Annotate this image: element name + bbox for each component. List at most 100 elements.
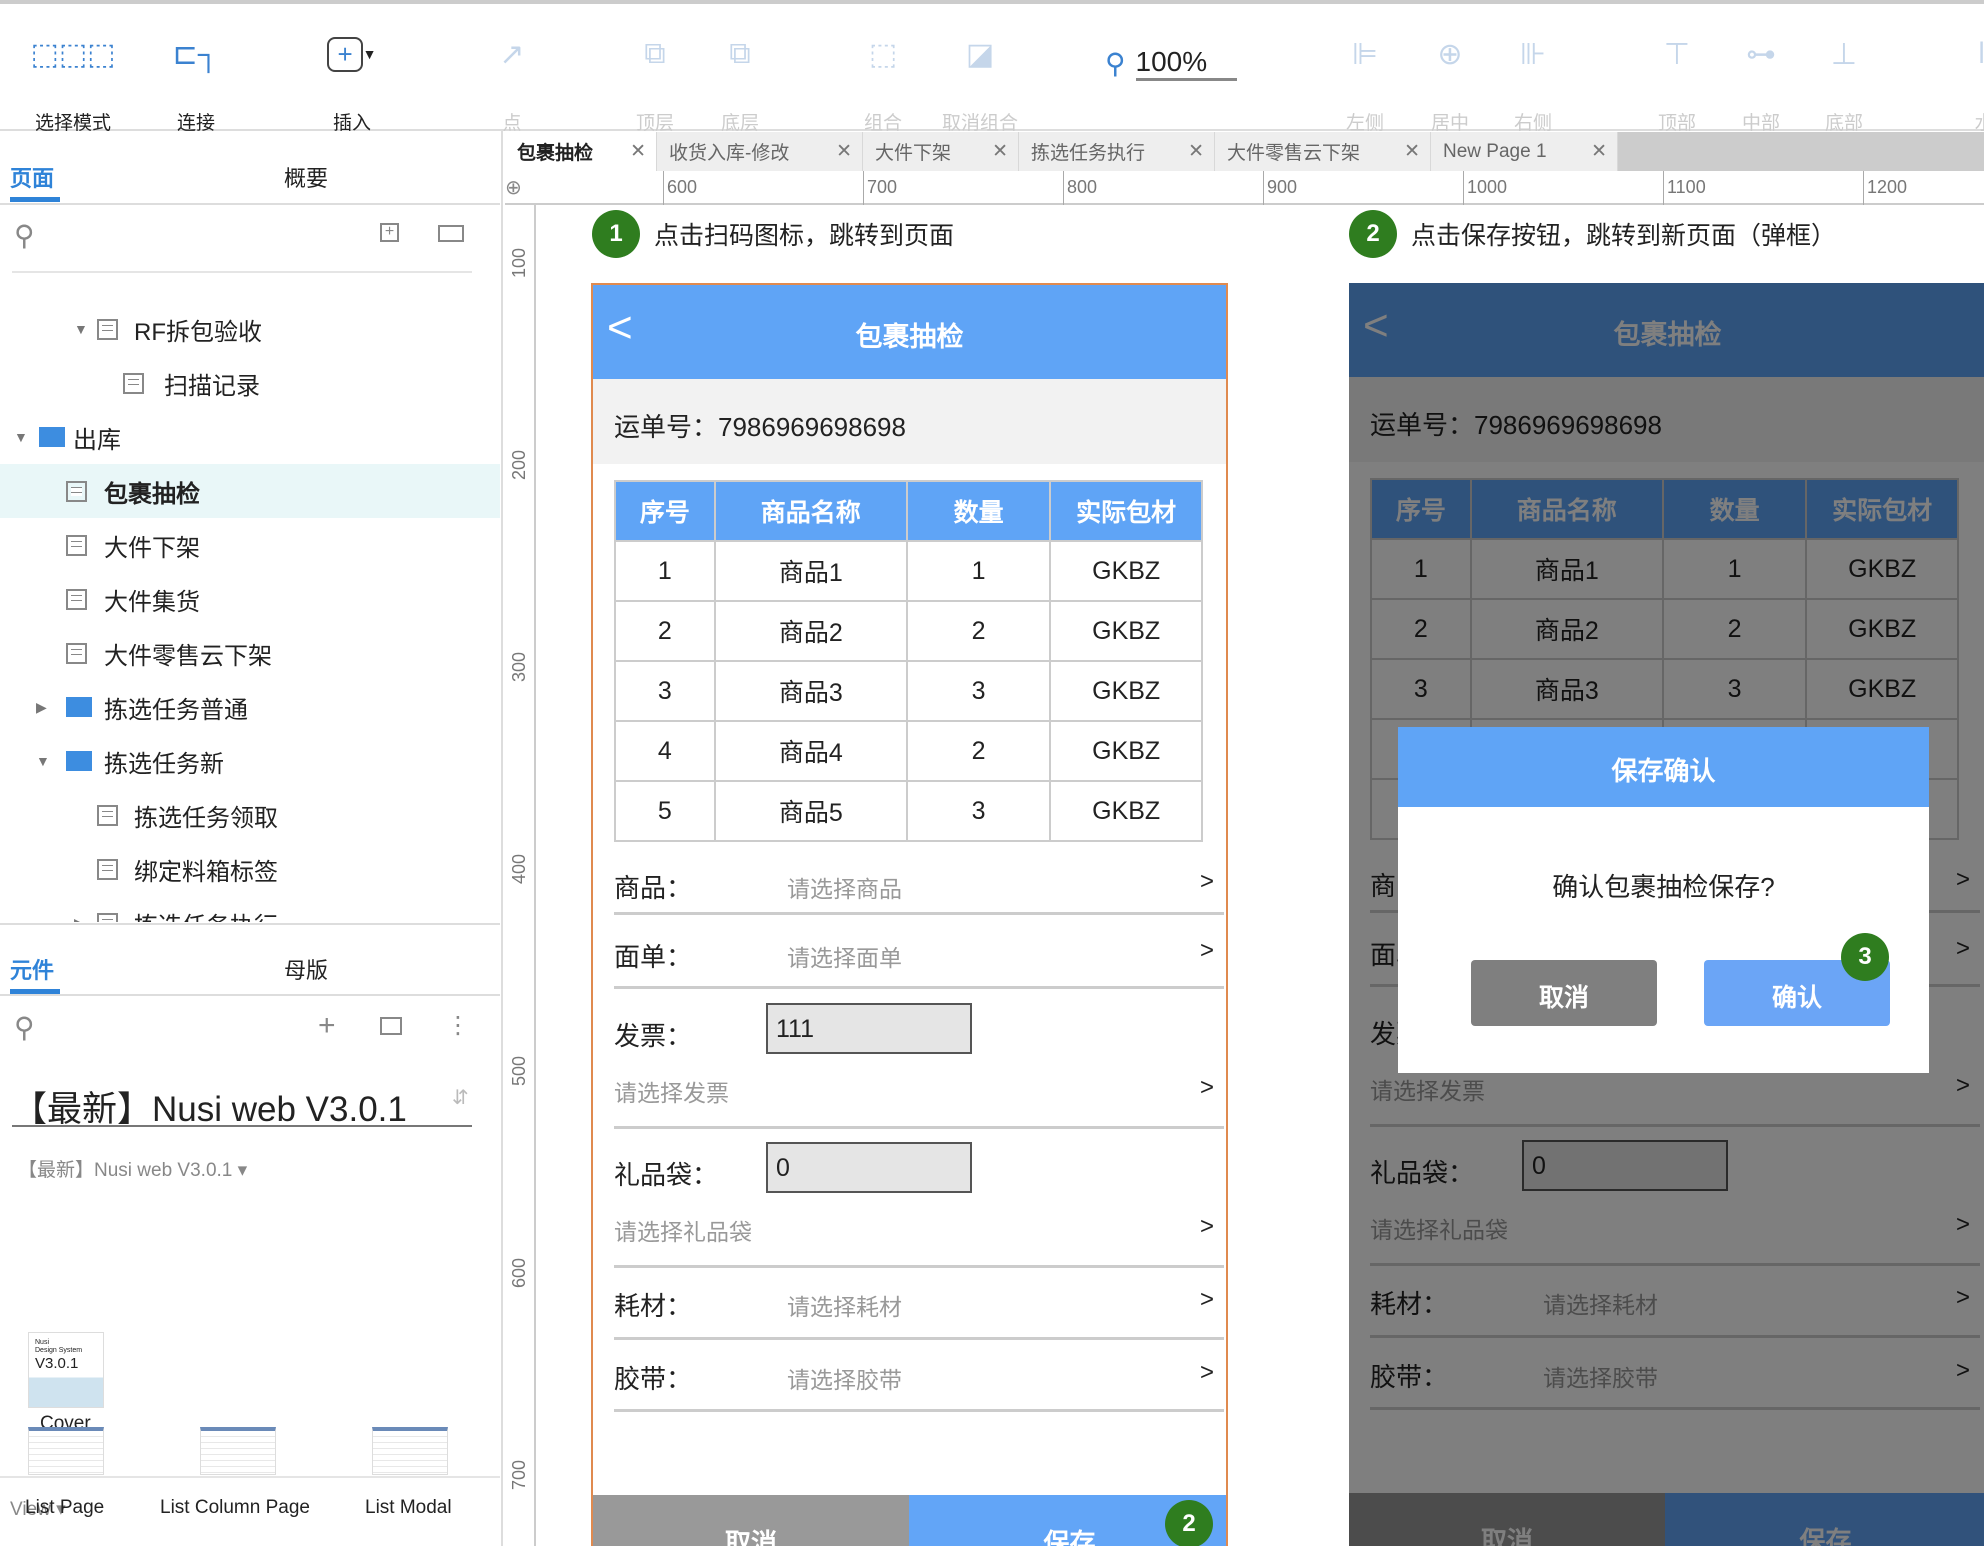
- toolbar-distribute-button[interactable]: ‖水: [1939, 24, 1984, 135]
- toolbar-insert-button[interactable]: + ▼ 插入: [307, 24, 397, 135]
- toolbar-align-middle-button[interactable]: ⊶ 中部: [1716, 24, 1806, 135]
- table-header-row: 序号商品名称数量实际包材: [614, 480, 1203, 542]
- tree-item[interactable]: ▼ 出库: [0, 410, 500, 464]
- waybill-number: 运单号：7986969698698: [593, 379, 1226, 464]
- library-select[interactable]: 【最新】Nusi web V3.0.1 ⇵: [12, 1081, 472, 1129]
- thumb-text: Nusi: [35, 1339, 50, 1346]
- toolbar-align-left-button[interactable]: ⊫ 左侧: [1320, 24, 1410, 135]
- tree-item[interactable]: ▶ 拣选任务执行: [0, 896, 500, 922]
- toolbar-label: 顶层: [635, 113, 674, 134]
- cancel-button[interactable]: 取消: [593, 1495, 909, 1546]
- giftbag-input[interactable]: 0: [766, 1142, 972, 1193]
- view-thumbnail[interactable]: [200, 1427, 276, 1475]
- caret-down-icon[interactable]: ▼: [74, 321, 88, 337]
- tree-item[interactable]: 扫描记录: [0, 356, 500, 410]
- tree-item[interactable]: 大件下架: [0, 518, 500, 572]
- toolbar-select-mode-button[interactable]: ⬚⬚⬚ 选择模式: [28, 24, 118, 135]
- field-goods[interactable]: 商品： 请选择商品 >: [614, 868, 1224, 905]
- crosshair-icon: ⊕: [505, 177, 522, 199]
- field-sheet[interactable]: 面单： 请选择面单 >: [614, 937, 1224, 974]
- toolbar: ⬚⬚⬚ 选择模式 ⊏┐ 连接 + ▼ 插入 ↗ 点 ⧉ 顶层 ⧉ 底层 ⬚ 组合 ◪ 取消组合 ⊫ 左侧 ⊕ 居中 ⊪ 右…: [0, 0, 1984, 134]
- phone-header: <包裹抽检: [593, 285, 1226, 379]
- close-tab-icon[interactable]: ✕: [1404, 140, 1420, 163]
- close-tab-icon[interactable]: ✕: [836, 140, 852, 163]
- modal-cancel-button[interactable]: 取消: [1471, 960, 1657, 1026]
- search-icon[interactable]: ⚲: [14, 219, 35, 252]
- add-folder-icon[interactable]: [438, 225, 464, 242]
- toolbar-align-center-button[interactable]: ⊕ 居中: [1405, 24, 1495, 135]
- tree-item[interactable]: ▼ RF拆包验收: [0, 302, 500, 356]
- toolbar-label: 底部: [1824, 113, 1863, 134]
- tree-item[interactable]: 绑定料箱标签: [0, 842, 500, 896]
- view-thumbnail[interactable]: [28, 1427, 104, 1475]
- close-tab-icon[interactable]: ✕: [630, 140, 646, 163]
- caret-down-icon[interactable]: ▼: [14, 429, 28, 445]
- caret-down-icon[interactable]: ▼: [36, 753, 50, 769]
- field-placeholder: 请选择礼品袋: [614, 1219, 752, 1245]
- tree-item[interactable]: 拣选任务领取: [0, 788, 500, 842]
- tab-widgets[interactable]: 元件: [10, 953, 54, 985]
- close-tab-icon[interactable]: ✕: [992, 140, 1008, 163]
- invoice-input[interactable]: 111: [766, 1003, 972, 1054]
- toolbar-align-top-button[interactable]: ⊤ 顶部: [1632, 24, 1722, 135]
- field-tape[interactable]: 胶带： 请选择胶带 >: [614, 1359, 1224, 1396]
- toolbar-label: 组合: [863, 113, 902, 134]
- toolbar-ungroup-button[interactable]: ◪ 取消组合: [935, 24, 1025, 135]
- caret-right-icon[interactable]: ▶: [36, 699, 47, 716]
- add-page-icon[interactable]: +: [380, 223, 399, 242]
- tab-1[interactable]: 收货入库-修改 ✕: [657, 132, 863, 171]
- tab-4[interactable]: 大件零售云下架 ✕: [1215, 132, 1431, 171]
- toolbar-align-bottom-button[interactable]: ⊥ 底部: [1799, 24, 1889, 135]
- step-badge: 2: [1165, 1500, 1213, 1546]
- chevron-right-icon: >: [1199, 937, 1214, 964]
- toolbar-bring-front-button[interactable]: ⧉ 顶层: [610, 24, 700, 135]
- toolbar-align-right-button[interactable]: ⊪ 右侧: [1488, 24, 1578, 135]
- field-material[interactable]: 耗材： 请选择耗材 >: [614, 1286, 1224, 1323]
- library-sub-dropdown[interactable]: 【最新】Nusi web V3.0.1 ▾: [18, 1155, 247, 1182]
- tab-outline[interactable]: 概要: [284, 161, 328, 193]
- tab-0[interactable]: 包裹抽检 ✕: [505, 132, 657, 171]
- table-cell: 3: [905, 660, 1052, 722]
- toolbar-connect-button[interactable]: ⊏┐ 连接: [151, 24, 241, 135]
- ruler-label: 600: [667, 177, 698, 197]
- caret-right-icon[interactable]: ▶: [74, 915, 85, 923]
- toolbar-point-button[interactable]: ↗ 点: [467, 24, 557, 135]
- table-cell: 2: [905, 600, 1052, 662]
- close-tab-icon[interactable]: ✕: [1591, 140, 1607, 163]
- step-badge: 2: [1349, 210, 1397, 258]
- view-thumbnail[interactable]: [372, 1427, 448, 1475]
- zoom-value[interactable]: 100%: [1135, 46, 1238, 81]
- tree-item[interactable]: 大件零售云下架: [0, 626, 500, 680]
- tab-masters[interactable]: 母版: [284, 953, 328, 985]
- phone-screen-1[interactable]: < 包裹抽检 运单号：7986969698698 序号 商品名称 数量 实际包材 1 商品1 1 G…: [591, 283, 1228, 1546]
- vertical-ruler: 100 200 300 400 500 600 700: [505, 205, 536, 1546]
- library-icon[interactable]: [380, 1017, 402, 1035]
- zoom-control[interactable]: ⚲ 100%: [1105, 46, 1238, 81]
- tab-5[interactable]: New Page 1 ✕: [1431, 132, 1618, 171]
- tree-item[interactable]: 大件集货: [0, 572, 500, 626]
- divider: [0, 994, 500, 996]
- ruler-label: 500: [509, 1055, 529, 1086]
- search-icon[interactable]: ⚲: [14, 1011, 35, 1044]
- canvas: 1 点击扫码图标，跳转到页面 2 点击保存按钮，跳转到新页面（弹框） < 包裹抽检…: [538, 206, 1984, 1546]
- ruler-tick: [663, 171, 664, 205]
- toolbar-group-button[interactable]: ⬚ 组合: [838, 24, 928, 135]
- toolbar-send-back-button[interactable]: ⧉ 底层: [695, 24, 785, 135]
- field-invoice-select[interactable]: 请选择发票 >: [614, 1074, 1224, 1108]
- close-tab-icon[interactable]: ✕: [1188, 140, 1204, 163]
- updown-icon: ⇵: [452, 1087, 469, 1109]
- add-library-icon[interactable]: +: [318, 1009, 336, 1043]
- more-icon[interactable]: ⋮: [446, 1011, 470, 1040]
- tree-item[interactable]: ▶ 拣选任务普通: [0, 680, 500, 734]
- field-placeholder: 请选择发票: [614, 1080, 729, 1106]
- tree-item[interactable]: ▼ 拣选任务新: [0, 734, 500, 788]
- align-top-icon: ⊤: [1663, 37, 1691, 71]
- tree-item[interactable]: 包裹抽检: [0, 464, 500, 518]
- field-giftbag-select[interactable]: 请选择礼品袋 >: [614, 1213, 1224, 1247]
- tab-3[interactable]: 拣选任务执行 ✕: [1019, 132, 1215, 171]
- tab-2[interactable]: 大件下架 ✕: [863, 132, 1019, 171]
- cover-thumbnail[interactable]: Nusi Design System V3.0.1: [28, 1332, 104, 1408]
- ruler-tick: [1063, 171, 1064, 205]
- tree-item-label: 大件集货: [104, 588, 200, 616]
- tab-pages[interactable]: 页面: [10, 161, 54, 193]
